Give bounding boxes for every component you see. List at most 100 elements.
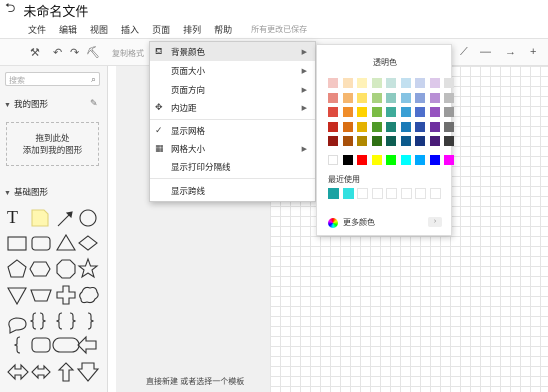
- section-my-shapes[interactable]: ▼ 我的图形: [4, 98, 48, 110]
- menu-file[interactable]: 文件: [28, 23, 46, 36]
- color-swatch[interactable]: [400, 107, 411, 117]
- rounded-rectangle-shape-icon[interactable]: [31, 236, 51, 251]
- text-shape-icon[interactable]: T: [7, 207, 18, 227]
- menu-item-grid-size[interactable]: ▦ 网格大小 ▶: [150, 139, 315, 158]
- color-swatch[interactable]: [371, 92, 382, 103]
- left-arrow-shape-icon[interactable]: [77, 335, 97, 355]
- octagon-shape-icon[interactable]: [56, 259, 76, 279]
- color-swatch[interactable]: [328, 107, 338, 117]
- menu-item-show-crossings[interactable]: 显示跨线: [150, 181, 315, 200]
- color-swatch[interactable]: [357, 107, 367, 117]
- redo-icon[interactable]: ↷: [70, 46, 79, 59]
- color-swatch[interactable]: [400, 92, 411, 103]
- color-swatch[interactable]: [429, 136, 440, 146]
- color-swatch[interactable]: [371, 136, 382, 146]
- callout-shape-icon[interactable]: [8, 317, 27, 334]
- color-swatch[interactable]: [328, 154, 338, 165]
- menu-item-show-grid[interactable]: ✓ 显示网格: [150, 121, 315, 140]
- color-swatch[interactable]: [371, 121, 382, 132]
- back-arrow-icon[interactable]: ⮌: [5, 0, 15, 21]
- color-swatch[interactable]: [386, 107, 396, 117]
- left-brace-shape-icon[interactable]: [29, 312, 37, 330]
- menu-page[interactable]: 页面: [152, 23, 170, 36]
- color-swatch[interactable]: [357, 136, 367, 146]
- color-swatch[interactable]: [400, 78, 411, 88]
- diamond-shape-icon[interactable]: [78, 235, 98, 251]
- color-swatch[interactable]: [342, 154, 353, 165]
- search-input[interactable]: 搜索 ⌕: [5, 72, 100, 86]
- color-swatch[interactable]: [357, 78, 367, 88]
- undo-icon[interactable]: ↶: [53, 46, 62, 59]
- color-swatch[interactable]: [444, 136, 454, 146]
- more-colors-arrow-icon[interactable]: ›: [428, 217, 442, 227]
- transparent-color-option[interactable]: 透明色: [317, 57, 453, 68]
- menu-help[interactable]: 帮助: [214, 23, 232, 36]
- color-swatch[interactable]: [444, 121, 454, 132]
- menu-item-padding[interactable]: ✥ 内边距 ▶: [150, 98, 315, 117]
- color-swatch[interactable]: [429, 121, 440, 132]
- menu-item-page-size[interactable]: 页面大小 ▶: [150, 61, 315, 80]
- line-style-icon[interactable]: —: [480, 46, 491, 58]
- double-arrow-alt-shape-icon[interactable]: [31, 364, 51, 380]
- color-swatch[interactable]: [415, 154, 425, 165]
- connector-icon[interactable]: ⟋: [460, 46, 468, 59]
- color-swatch[interactable]: [444, 154, 454, 165]
- menu-edit[interactable]: 编辑: [59, 23, 77, 36]
- color-swatch[interactable]: [429, 92, 440, 103]
- color-swatch[interactable]: [357, 92, 367, 103]
- color-swatch[interactable]: [371, 107, 382, 117]
- more-colors-button[interactable]: 更多颜色: [328, 217, 375, 228]
- recent-color-swatch[interactable]: [342, 188, 354, 199]
- recent-color-swatch[interactable]: [371, 188, 383, 199]
- small-brace-shape-icon[interactable]: [13, 336, 21, 354]
- color-swatch[interactable]: [328, 121, 338, 132]
- color-swatch[interactable]: [342, 136, 353, 146]
- recent-color-swatch[interactable]: [328, 188, 339, 199]
- color-swatch[interactable]: [371, 78, 382, 88]
- color-swatch[interactable]: [400, 136, 411, 146]
- menu-insert[interactable]: 插入: [121, 23, 139, 36]
- rectangle-shape-icon[interactable]: [7, 236, 27, 251]
- color-swatch[interactable]: [342, 121, 353, 132]
- document-title[interactable]: 未命名文件: [23, 1, 88, 20]
- color-swatch[interactable]: [415, 136, 425, 146]
- color-swatch[interactable]: [328, 92, 338, 103]
- color-swatch[interactable]: [444, 92, 454, 103]
- up-arrow-shape-icon[interactable]: [57, 362, 75, 382]
- star-shape-icon[interactable]: [77, 257, 99, 279]
- inverted-triangle-shape-icon[interactable]: [7, 287, 27, 306]
- copy-format-button[interactable]: 复制格式: [112, 48, 144, 59]
- color-swatch[interactable]: [357, 121, 367, 132]
- triangle-shape-icon[interactable]: [56, 233, 76, 251]
- color-swatch[interactable]: [328, 78, 338, 88]
- color-swatch[interactable]: [400, 121, 411, 132]
- color-swatch[interactable]: [342, 92, 353, 103]
- color-swatch[interactable]: [386, 154, 396, 165]
- color-swatch[interactable]: [386, 136, 396, 146]
- brace-close-shape-icon[interactable]: [69, 312, 77, 330]
- color-swatch[interactable]: [386, 92, 396, 103]
- menu-arrange[interactable]: 排列: [183, 23, 201, 36]
- color-swatch[interactable]: [357, 154, 367, 165]
- cloud-shape-icon[interactable]: [79, 286, 99, 304]
- add-icon[interactable]: +: [530, 46, 536, 58]
- double-arrow-shape-icon[interactable]: [7, 363, 29, 381]
- recent-color-swatch[interactable]: [415, 188, 426, 199]
- cross-shape-icon[interactable]: [56, 285, 76, 305]
- search-icon[interactable]: ⌕: [91, 74, 96, 85]
- color-swatch[interactable]: [386, 78, 396, 88]
- my-shapes-dropzone[interactable]: 拖到此处 添加到我的图形: [6, 122, 99, 166]
- color-swatch[interactable]: [386, 121, 396, 132]
- menu-item-print-separators[interactable]: 显示打印分隔线: [150, 157, 315, 176]
- color-swatch[interactable]: [328, 136, 338, 146]
- circle-shape-icon[interactable]: [79, 209, 97, 227]
- hexagon-shape-icon[interactable]: [29, 261, 51, 277]
- recent-color-swatch[interactable]: [357, 188, 368, 199]
- color-swatch[interactable]: [400, 154, 411, 165]
- color-swatch[interactable]: [444, 107, 454, 117]
- edit-icon[interactable]: ✎: [90, 98, 98, 109]
- color-swatch[interactable]: [415, 78, 425, 88]
- color-swatch[interactable]: [429, 78, 440, 88]
- color-swatch[interactable]: [415, 121, 425, 132]
- paint-icon[interactable]: ⛏: [86, 46, 100, 59]
